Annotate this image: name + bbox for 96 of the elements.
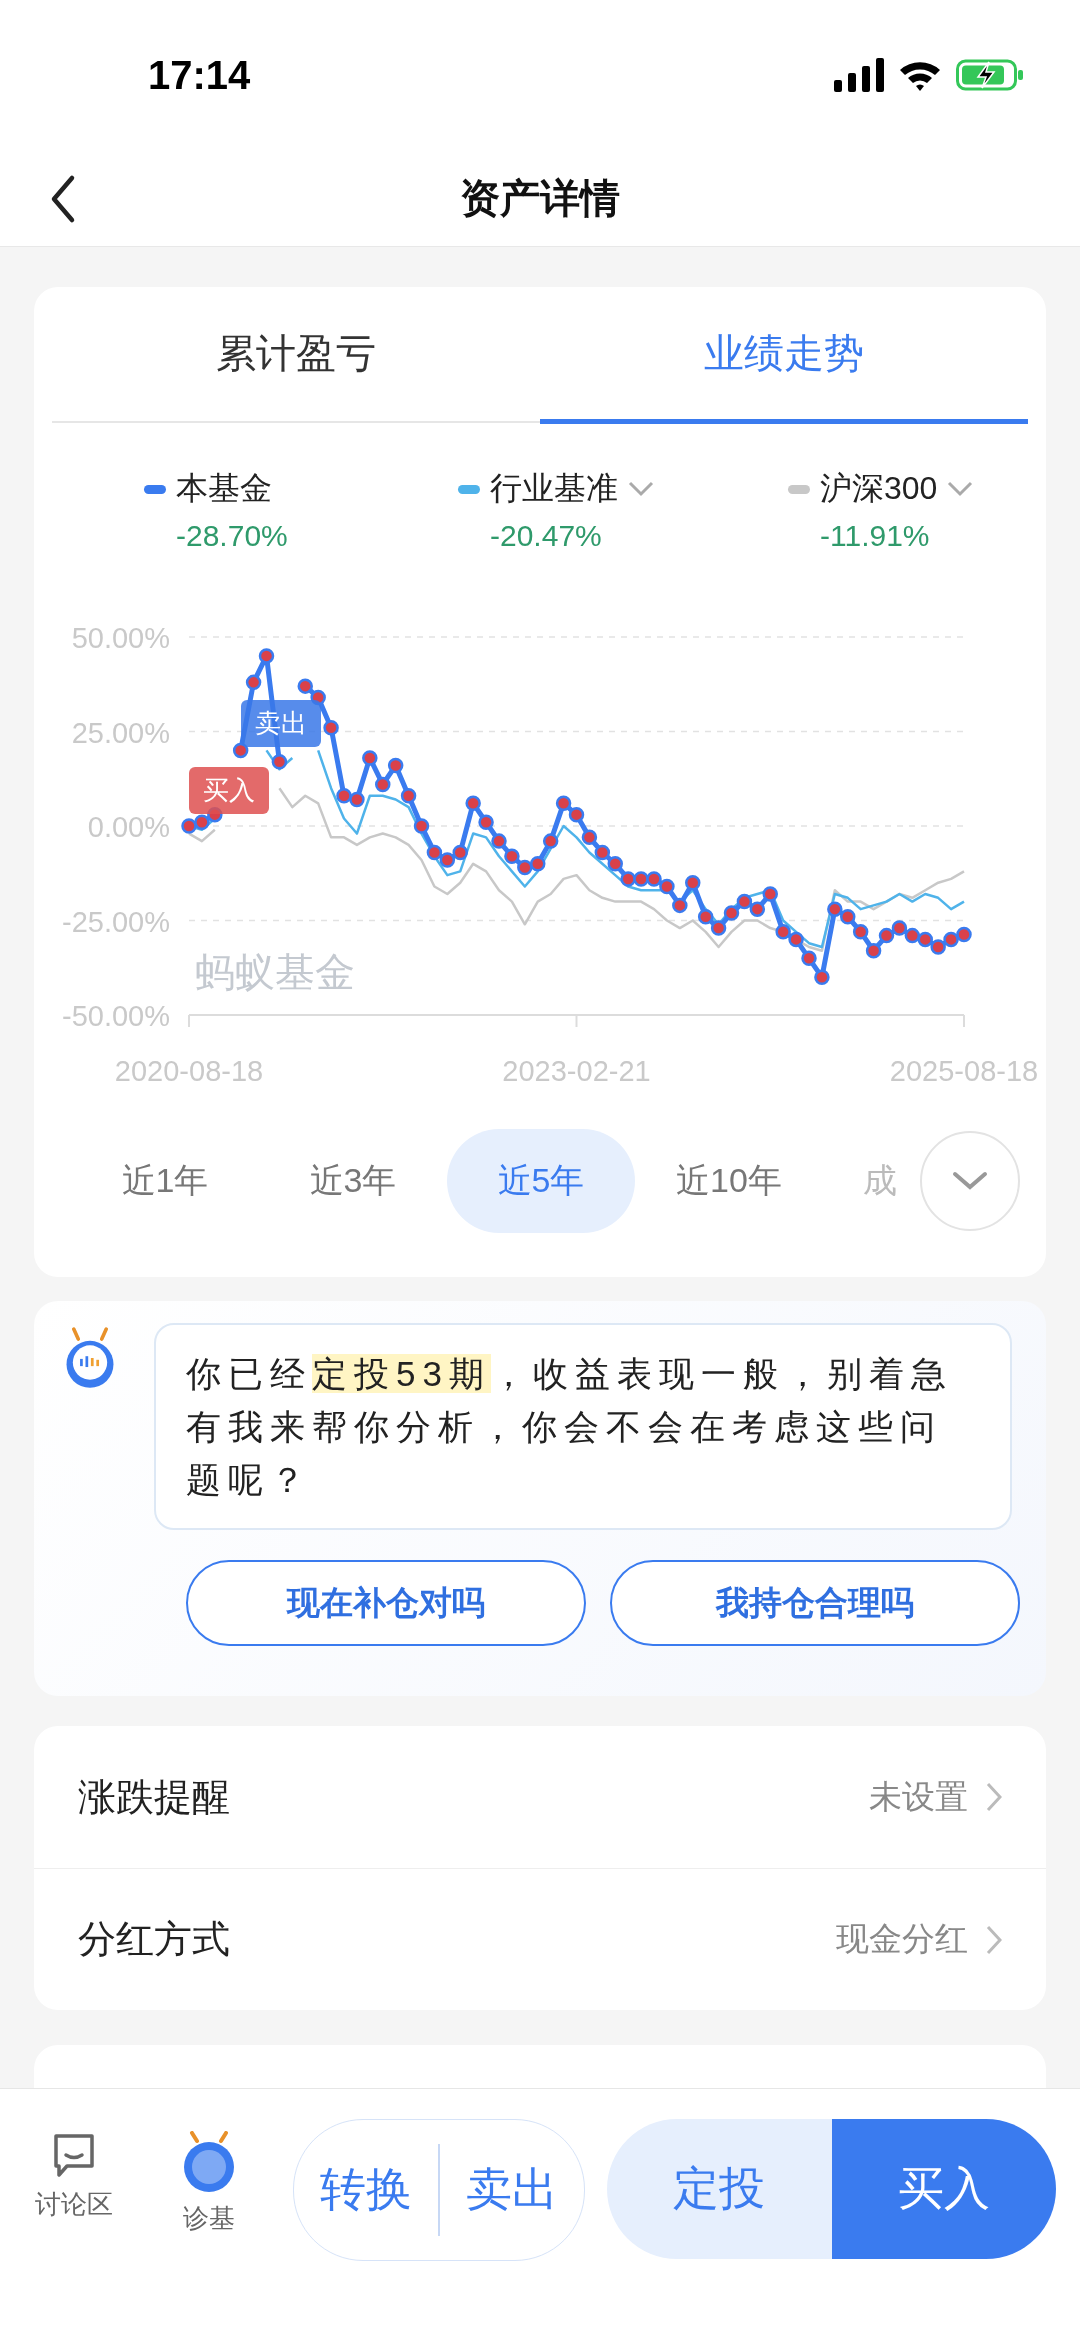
trade-label: 买入: [189, 767, 269, 814]
point: [775, 924, 791, 940]
point: [749, 901, 766, 917]
point: [245, 674, 262, 691]
signal-icon: [834, 58, 884, 92]
point: [878, 927, 895, 944]
trade-action-button[interactable]: 卖出: [440, 2120, 585, 2260]
point: [530, 856, 546, 872]
point: [426, 844, 443, 861]
legend-value: -28.70%: [175, 519, 289, 553]
battery-charging-icon: [956, 58, 1024, 92]
legend-value: -20.47%: [489, 519, 603, 553]
point: [478, 814, 494, 830]
setting-value: 未设置: [869, 1776, 968, 1817]
legend-label: 本基金: [176, 469, 272, 508]
point: [827, 901, 843, 917]
assistant-message: 你已经定投53期，收益表现一般，别着急有我来帮你分析，你会不会在考虑这些问题呢？: [154, 1323, 1012, 1530]
point: [439, 852, 456, 868]
point: [581, 829, 598, 846]
point: [788, 931, 804, 948]
point: [814, 969, 830, 985]
point: [542, 833, 559, 849]
question-button[interactable]: 我持仓合理吗: [610, 1560, 1020, 1646]
auto-invest-button[interactable]: 定投: [607, 2119, 832, 2259]
point: [568, 806, 585, 823]
point: [594, 844, 611, 861]
point: [620, 871, 636, 887]
chevron-down-icon[interactable]: [947, 481, 974, 497]
chevron-down-icon: [952, 1171, 988, 1191]
point: [375, 776, 391, 793]
point: [659, 878, 675, 895]
point: [504, 848, 520, 864]
chevron-down-icon[interactable]: [628, 481, 654, 497]
point: [349, 791, 365, 808]
point: [181, 818, 197, 834]
legend-value: -11.91%: [819, 519, 931, 553]
page-title: 资产详情: [460, 174, 620, 222]
chart-watermark: 蚂蚁基金: [195, 949, 355, 996]
point: [646, 871, 662, 887]
point: [917, 931, 933, 948]
point: [930, 939, 946, 955]
point: [400, 788, 417, 804]
point: [633, 871, 649, 887]
point: [452, 844, 468, 861]
point: [336, 788, 352, 804]
point: [297, 678, 313, 694]
shortcut-button[interactable]: 讨论区: [12, 2119, 137, 2222]
setting-label: 分红方式: [78, 1917, 231, 1962]
point: [258, 648, 275, 664]
settings-row[interactable]: 涨跌提醒 未设置: [34, 1726, 1046, 1868]
point: [607, 856, 623, 872]
question-button[interactable]: 现在补仓对吗: [186, 1560, 586, 1646]
legend-label: 行业基准: [490, 469, 618, 508]
point: [271, 753, 288, 770]
chart-tab[interactable]: 累计盈亏: [52, 287, 540, 424]
point: [840, 908, 856, 925]
point: [801, 950, 817, 967]
point: [736, 893, 753, 910]
point: [891, 920, 908, 936]
point: [943, 931, 959, 948]
buy-button[interactable]: 买入: [831, 2119, 1056, 2259]
point: [865, 942, 882, 959]
point: [956, 926, 972, 943]
point: [194, 814, 210, 830]
point: [232, 742, 249, 759]
point: [685, 874, 701, 891]
period-tab[interactable]: 近1年: [71, 1129, 259, 1233]
point: [517, 859, 533, 876]
point: [697, 908, 714, 925]
clock-time: 17:14: [148, 52, 251, 98]
point: [491, 833, 507, 849]
chevron-right-icon: [986, 1924, 1002, 1955]
settings-row[interactable]: 分红方式 现金分红: [34, 1868, 1046, 2010]
period-tab[interactable]: 近3年: [259, 1129, 447, 1233]
chart-tab[interactable]: 业绩走势: [540, 287, 1028, 424]
point: [852, 924, 869, 940]
point: [555, 795, 572, 812]
legend-label: 沪深300: [820, 469, 938, 508]
point: [710, 920, 727, 936]
point: [413, 818, 430, 834]
point: [465, 795, 481, 812]
point: [323, 719, 339, 736]
period-tab[interactable]: 近10年: [635, 1129, 823, 1233]
point: [904, 927, 921, 944]
point: [387, 757, 404, 774]
setting-value: 现金分红: [836, 1919, 968, 1959]
point: [762, 886, 778, 902]
point: [362, 750, 378, 766]
shortcut-button[interactable]: 诊基: [146, 2119, 272, 2236]
point: [723, 905, 740, 921]
point: [672, 897, 688, 914]
period-tab[interactable]: 近5年: [447, 1129, 635, 1233]
chevron-right-icon: [986, 1782, 1002, 1812]
setting-label: 涨跌提醒: [78, 1774, 231, 1820]
trade-action-button[interactable]: 转换: [294, 2120, 439, 2260]
trade-label: 卖出: [241, 700, 321, 747]
